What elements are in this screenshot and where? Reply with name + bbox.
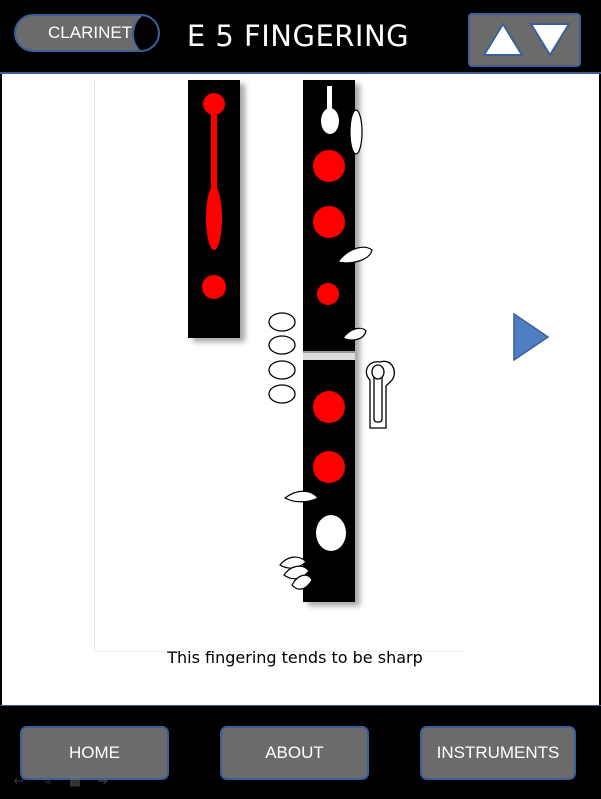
fingering-diagram: [188, 80, 395, 602]
hole-6-open: [316, 515, 346, 551]
pen-icon[interactable]: ✎: [36, 774, 58, 790]
thumb-lower-hole: [202, 275, 226, 299]
clarinet-body: [303, 80, 355, 602]
register-key-stem: [211, 112, 217, 192]
screen-icon[interactable]: ■: [64, 774, 86, 790]
back-arrow-icon[interactable]: ↩: [8, 774, 30, 790]
speaker-side-key: [349, 109, 363, 155]
thumb-piece: [188, 80, 240, 338]
hole-4-pressed: [313, 391, 345, 423]
body-joint: [303, 352, 355, 360]
about-button[interactable]: ABOUT: [220, 726, 369, 780]
fingering-note: This fingering tends to be sharp: [167, 648, 423, 667]
right-side-levers: [365, 360, 395, 429]
thumb-hole: [203, 93, 225, 115]
forward-arrow-icon[interactable]: ➔: [92, 774, 114, 790]
hole-2-pressed: [313, 206, 345, 238]
slideshow-toolbar: ↩ ✎ ■ ➔: [8, 770, 128, 790]
left-pinky-keys: [268, 312, 296, 404]
hole-3-pressed: [317, 283, 339, 305]
a-key: [321, 108, 339, 134]
next-fingering-button[interactable]: [512, 312, 550, 362]
instruments-button[interactable]: INSTRUMENTS: [420, 726, 576, 780]
play-right-icon: [513, 312, 550, 362]
hole-5-pressed: [313, 451, 345, 483]
register-key: [206, 186, 222, 250]
hole-1-pressed: [313, 150, 345, 182]
